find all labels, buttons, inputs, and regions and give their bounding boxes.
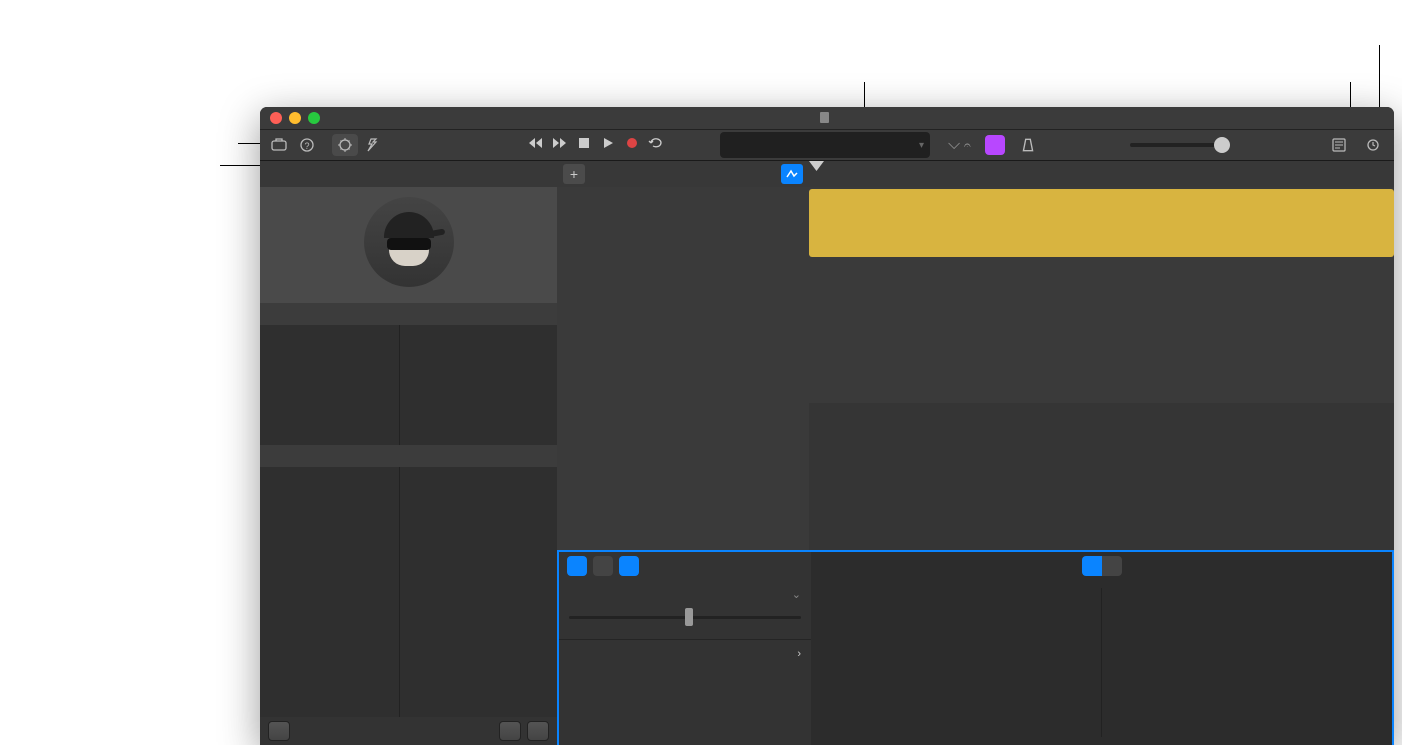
region-beat-machine[interactable] — [809, 189, 1394, 257]
tab-track[interactable] — [567, 556, 587, 576]
record-button[interactable] — [624, 136, 640, 155]
lcd-display[interactable]: ▾ — [720, 132, 930, 158]
sounds-header — [260, 445, 557, 467]
smart-controls-panel: ⌄ › — [557, 550, 1394, 745]
smart-right — [811, 552, 1392, 745]
plugins-row[interactable]: › — [559, 640, 811, 668]
svg-text:?: ? — [304, 141, 309, 151]
compare-button[interactable] — [619, 556, 639, 576]
mix-panel — [827, 588, 1085, 737]
category-column — [260, 325, 400, 445]
title-bar — [260, 107, 1394, 129]
tab-master[interactable] — [593, 556, 613, 576]
library-panel — [260, 161, 557, 745]
delete-button[interactable] — [499, 721, 521, 741]
loop-browser-button[interactable] — [1360, 134, 1386, 156]
revert-button[interactable] — [268, 721, 290, 741]
stop-button[interactable] — [576, 136, 592, 155]
arrange-area[interactable] — [809, 161, 1394, 550]
toolbar: ? ▾ ⌵ 𝄐 — [260, 129, 1394, 161]
minimize-window[interactable] — [289, 112, 301, 124]
notes-button[interactable] — [1326, 134, 1352, 156]
track-lane-3[interactable] — [809, 331, 1394, 403]
master-volume[interactable] — [1130, 143, 1230, 147]
save-button[interactable] — [527, 721, 549, 741]
drummer-column — [400, 325, 557, 445]
chevron-right-icon: › — [797, 648, 801, 660]
library-title — [260, 161, 557, 187]
library-footer — [260, 717, 557, 745]
tab-controls[interactable] — [1082, 556, 1102, 576]
sensitivity-slider[interactable] — [569, 611, 801, 623]
ruler[interactable] — [809, 161, 1394, 187]
forward-button[interactable] — [552, 136, 568, 155]
effects-panel — [1118, 588, 1376, 737]
track-header-bar: + — [557, 161, 809, 187]
bypass-button[interactable]: 𝄐 — [964, 138, 971, 153]
automation-button[interactable] — [781, 164, 803, 184]
cycle-button[interactable] — [648, 136, 664, 155]
playhead-icon[interactable] — [809, 161, 824, 171]
close-window[interactable] — [270, 112, 282, 124]
drummer-header — [260, 303, 557, 325]
kit-column — [260, 467, 400, 717]
rewind-button[interactable] — [528, 136, 544, 155]
play-button[interactable] — [600, 136, 616, 155]
track-headers: + — [557, 161, 809, 550]
sound-column — [400, 467, 557, 717]
metronome-button[interactable] — [1015, 134, 1041, 156]
tab-eq[interactable] — [1102, 556, 1122, 576]
artist-avatar-icon — [364, 197, 454, 287]
window-title — [820, 111, 835, 125]
smart-controls-button[interactable] — [332, 134, 358, 156]
count-in-button[interactable] — [985, 135, 1005, 155]
smart-left: ⌄ › — [559, 552, 811, 745]
add-track-button[interactable]: + — [563, 164, 585, 184]
track-lane-1[interactable] — [809, 187, 1394, 259]
library-button[interactable] — [266, 134, 292, 156]
waveform-icon — [809, 203, 1394, 253]
zoom-window[interactable] — [308, 112, 320, 124]
disclosure-icon[interactable]: ⌄ — [792, 588, 801, 601]
track-lane-2[interactable] — [809, 259, 1394, 331]
transport-controls — [528, 136, 664, 155]
artist-thumbnail — [260, 187, 557, 303]
quick-help-button[interactable]: ? — [294, 134, 320, 156]
editors-button[interactable] — [360, 134, 386, 156]
tuner-button[interactable]: ⌵ — [948, 136, 960, 154]
document-icon — [820, 112, 829, 123]
garageband-window: ? ▾ ⌵ 𝄐 — [260, 107, 1394, 745]
